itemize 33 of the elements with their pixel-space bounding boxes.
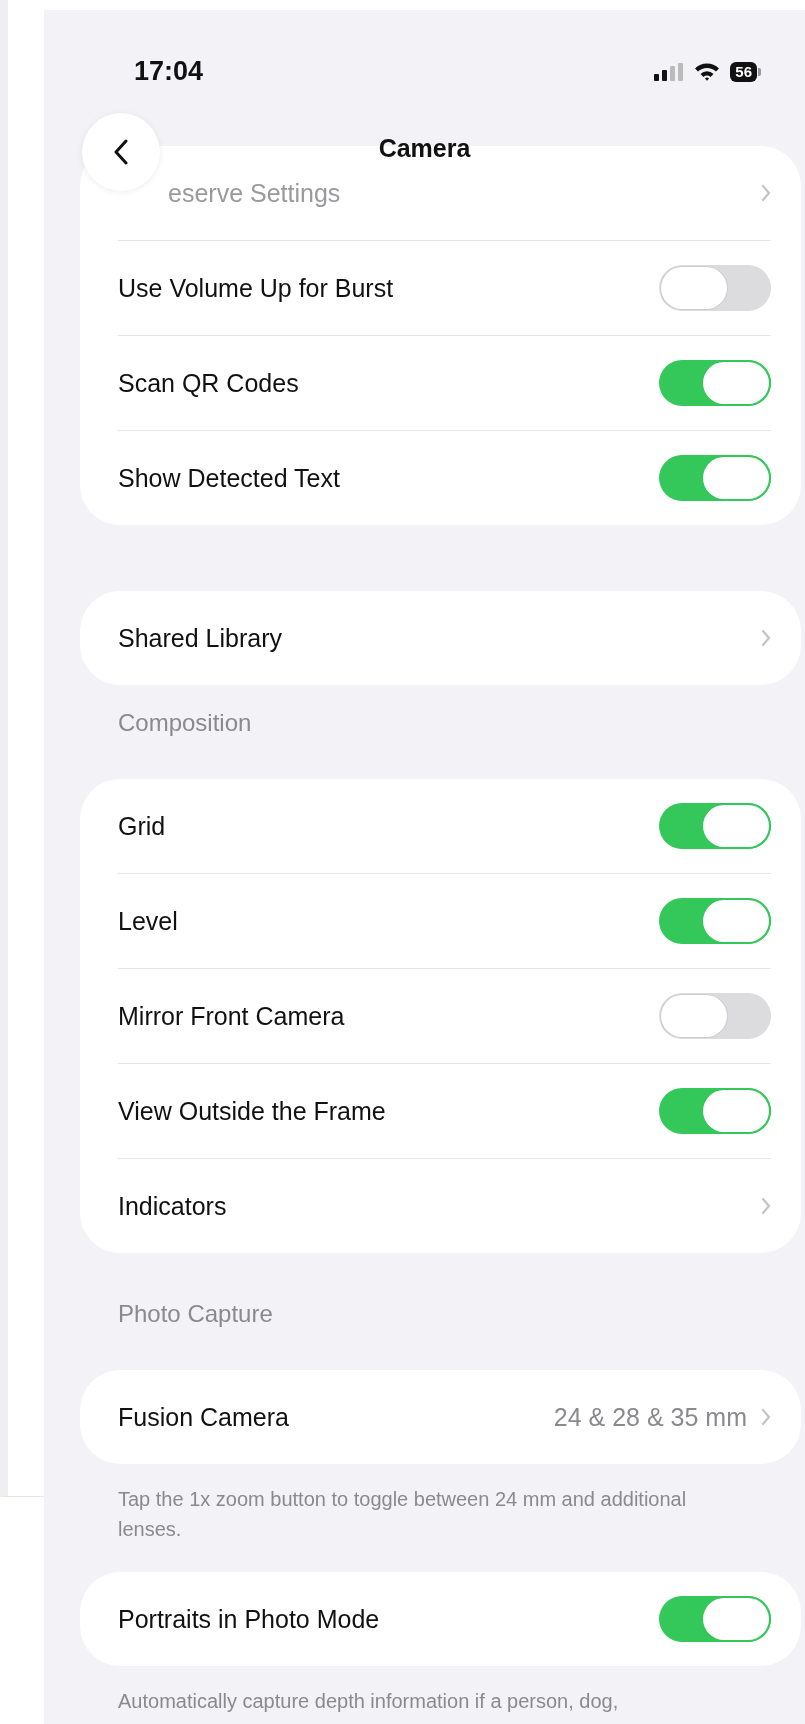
wifi-icon (694, 62, 721, 81)
toggle-switch[interactable] (659, 360, 771, 406)
toggle-switch[interactable] (659, 455, 771, 501)
setting-label: View Outside the Frame (118, 1096, 386, 1126)
footer-note: Automatically capture depth information if a person, dog, (117, 1689, 620, 1714)
setting-label: Portraits in Photo Mode (118, 1604, 380, 1634)
setting-label[interactable]: Shared Library (118, 623, 282, 653)
toggle-switch[interactable] (659, 1596, 771, 1642)
chevron-left-icon (113, 139, 129, 165)
setting-label[interactable]: Indicators (118, 1191, 227, 1221)
setting-label: Mirror Front Camera (118, 1001, 345, 1031)
chevron-icon (761, 629, 771, 647)
toggle-switch[interactable] (659, 1088, 771, 1134)
toggle-switch[interactable] (659, 993, 771, 1039)
setting-label: Scan QR Codes (118, 368, 299, 398)
toggle-switch[interactable] (659, 803, 771, 849)
toggle-switch[interactable] (659, 898, 771, 944)
setting-label[interactable]: Fusion Camera (118, 1402, 289, 1432)
chevron-icon (761, 1408, 771, 1426)
toggle-switch[interactable] (659, 265, 771, 311)
status-time: 17:04 (134, 56, 204, 87)
footer-note: Tap the 1x zoom button to toggle between 24 mm and additional lenses. (117, 1487, 688, 1542)
section-header: Composition (117, 708, 253, 738)
setting-label: Level (118, 906, 178, 936)
chevron-icon (761, 1197, 771, 1215)
section-header: Photo Capture (117, 1299, 274, 1329)
signal-icon (654, 62, 685, 81)
chevron-icon (761, 184, 771, 202)
setting-value: 24 & 28 & 35 mm (553, 1402, 747, 1432)
setting-label: Grid (118, 811, 166, 841)
setting-label: Show Detected Text (118, 463, 340, 493)
screen-title: Camera (378, 133, 471, 163)
setting-label: Use Volume Up for Burst (118, 273, 394, 303)
